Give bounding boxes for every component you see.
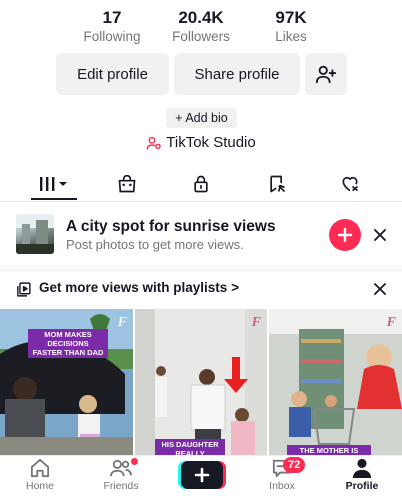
video-grid: MOM MAKES DECISIONS FASTER THAN DAD F HI… [0,309,402,455]
tab-favorites[interactable] [253,168,301,200]
photo-suggestion-card: A city spot for sunrise views Post photo… [0,203,402,265]
home-icon [30,458,50,478]
videos-grid-icon [40,177,67,191]
add-photo-button[interactable] [329,219,361,251]
playlist-banner-text: Get more views with playlists > [39,280,239,295]
likes-count: 97K [275,8,307,27]
profile-stats: 17 Following 20.4K Followers 97K Likes [0,8,402,48]
dismiss-playlist-button[interactable] [372,281,388,297]
tiktok-studio-link[interactable]: TikTok Studio [0,134,402,151]
lock-icon [194,175,208,193]
watermark-logo: F [386,315,396,330]
create-button[interactable] [181,461,223,489]
plus-icon [194,467,210,483]
video-caption: THE MOTHER IS IGNORING [287,445,371,455]
add-bio-button[interactable]: + Add bio [166,108,237,128]
followers-stat[interactable]: 20.4K Followers [151,8,251,46]
following-stat[interactable]: 17 Following [62,8,162,46]
playlist-banner[interactable]: Get more views with playlists > [0,272,402,306]
nav-profile-label: Profile [345,480,379,492]
profile-icon [352,458,372,478]
video-caption: HIS DAUGHTER REALLY [155,439,225,455]
tab-liked[interactable] [326,168,374,200]
watermark-logo: F [251,315,261,330]
watermark-logo: F [117,315,127,330]
add-friend-button[interactable] [305,53,347,95]
video-thumbnail-image [135,309,267,455]
tab-videos[interactable] [30,168,78,200]
inbox-badge: 72 [283,457,306,473]
close-icon [374,229,386,241]
liked-heart-icon [342,176,359,192]
suggestion-thumbnail[interactable] [16,214,54,254]
followers-count: 20.4K [178,8,224,27]
friends-notification-dot [131,458,138,465]
suggestion-title: A city spot for sunrise views [66,218,276,235]
dismiss-suggestion-button[interactable] [372,227,388,243]
friends-icon [110,459,132,477]
close-icon [374,283,386,295]
nav-friends[interactable]: Friends [86,458,156,498]
video-caption: MOM MAKES DECISIONS FASTER THAN DAD [28,329,108,358]
nav-inbox[interactable]: Inbox 72 [247,457,317,498]
video-thumbnail[interactable]: THE MOTHER IS IGNORING F [269,309,402,455]
likes-stat[interactable]: 97K Likes [241,8,341,46]
likes-label: Likes [275,29,307,44]
person-plus-icon [315,65,337,84]
section-divider [0,265,402,272]
nav-inbox-label: Inbox [269,480,295,492]
share-profile-button[interactable]: Share profile [174,53,300,95]
nav-friends-label: Friends [103,480,139,492]
tab-private[interactable] [177,168,225,200]
nav-home[interactable]: Home [5,458,75,498]
tab-shop[interactable] [103,168,151,200]
bottom-nav: Home Friends Inbox 72 Profile [0,455,402,500]
suggestion-subtitle: Post photos to get more views. [66,237,244,252]
nav-profile[interactable]: Profile [327,458,397,498]
studio-person-icon [146,136,161,150]
plus-icon [337,227,353,243]
playlist-icon [17,282,31,297]
profile-tabs [0,168,402,202]
video-thumbnail-image [269,309,402,455]
edit-profile-button[interactable]: Edit profile [56,53,169,95]
tiktok-studio-label: TikTok Studio [166,134,256,151]
video-thumbnail[interactable]: HIS DAUGHTER REALLY F [135,309,267,455]
followers-label: Followers [172,29,230,44]
active-tab-indicator [31,198,77,200]
bookmark-flag-icon [270,175,286,193]
following-count: 17 [102,8,122,27]
video-thumbnail[interactable]: MOM MAKES DECISIONS FASTER THAN DAD F [0,309,133,455]
nav-home-label: Home [25,480,54,492]
following-label: Following [83,29,141,44]
shop-bag-icon [118,174,136,193]
